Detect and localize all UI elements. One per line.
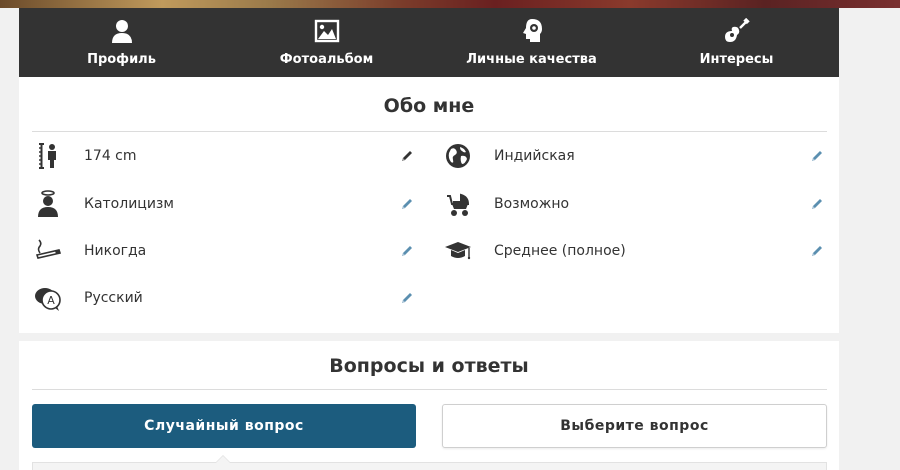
attribute-height-value: 174 cm [84,148,137,164]
attribute-height: 174 cm [34,140,414,172]
attribute-ethnicity: Индийская [444,140,827,172]
qa-title: Вопросы и ответы [329,355,529,377]
attribute-children-value: Возможно [494,196,570,212]
attribute-language: A Русский [34,282,414,314]
user-icon [111,20,132,43]
head-gear-icon [522,19,542,42]
attribute-education-value: Среднее (полное) [494,243,626,259]
nav-item-profile[interactable]: Профиль [19,8,224,77]
random-question-button[interactable]: Случайный вопрос [32,404,416,448]
qa-card: Вопросы и ответы Случайный вопрос Выбери… [19,341,839,470]
edit-education-icon[interactable] [810,244,824,258]
nav-item-personal-qualities[interactable]: Личные качества [429,8,634,77]
height-icon [39,143,56,169]
attribute-language-value: Русский [84,290,143,306]
edit-smoking-icon[interactable] [400,244,414,258]
edit-ethnicity-icon[interactable] [810,149,824,163]
attribute-ethnicity-value: Индийская [494,148,575,164]
nav-item-photo-album[interactable]: Фотоальбом [224,8,429,77]
nav-label-interests: Интересы [699,52,774,67]
attribute-children: Возможно [444,188,827,220]
edit-language-icon[interactable] [400,291,414,305]
about-me-card: Обо мне 174 cm Индийская Католицизм Возм… [19,77,839,333]
stroller-icon [447,193,470,216]
picture-icon [314,19,339,43]
profile-nav: Профиль Фотоальбом Личные качества Интер… [19,8,839,77]
edit-height-icon[interactable] [400,149,414,163]
nav-label-profile: Профиль [87,52,156,67]
about-divider [32,131,827,132]
language-bubble-icon: A [35,288,61,311]
guitar-icon [724,18,750,42]
edit-religion-icon[interactable] [400,197,414,211]
religion-icon [38,190,58,217]
attribute-religion: Католицизм [34,188,414,220]
edit-children-icon[interactable] [810,197,824,211]
nav-label-photo-album: Фотоальбом [279,52,374,67]
attribute-education: Среднее (полное) [444,235,827,267]
attribute-religion-value: Католицизм [84,196,174,212]
globe-icon [446,144,470,168]
attribute-smoking: Никогда [34,235,414,267]
cigarette-icon [35,239,62,259]
nav-item-interests[interactable]: Интересы [634,8,839,77]
attribute-smoking-value: Никогда [84,243,147,259]
question-panel [32,462,827,470]
graduation-cap-icon [445,242,471,260]
nav-label-personal-qualities: Личные качества [466,52,597,67]
svg-text:A: A [47,294,55,307]
question-panel-pointer-inner [216,456,230,463]
qa-divider [32,389,827,390]
about-me-title: Обо мне [383,95,475,117]
header-banner [0,0,900,8]
choose-question-button[interactable]: Выберите вопрос [442,404,827,448]
